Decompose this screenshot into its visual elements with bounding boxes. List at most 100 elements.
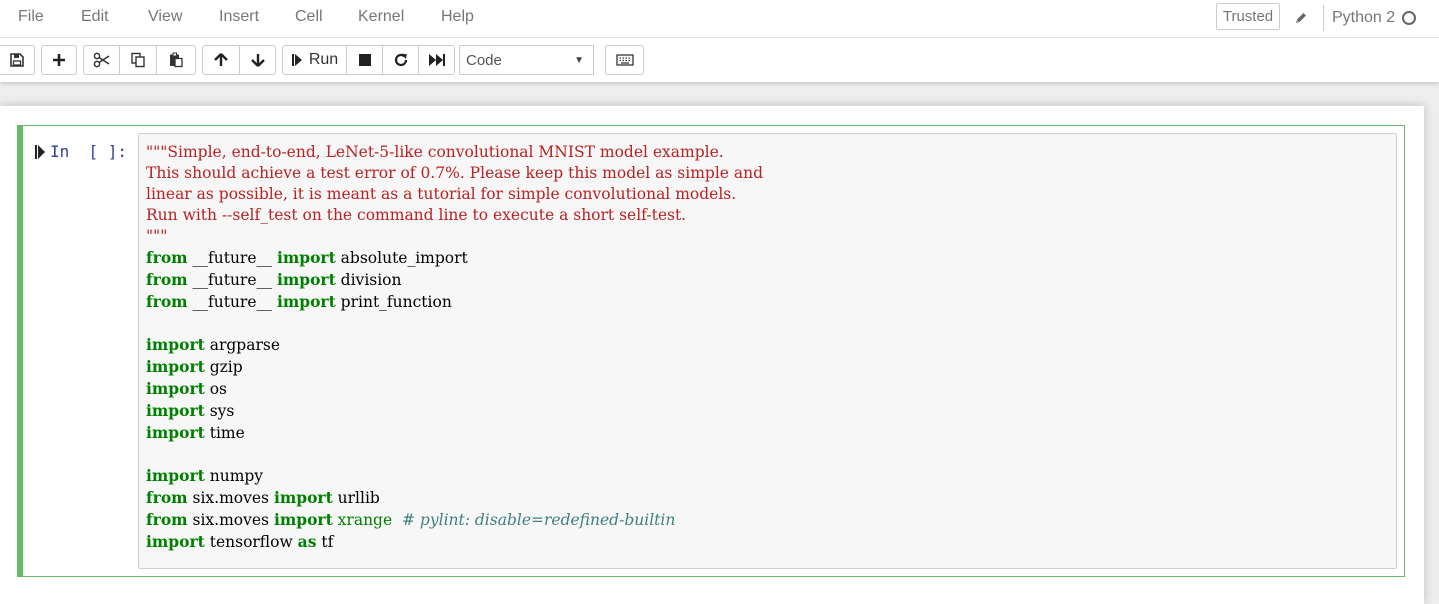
code-line: """Simple, end-to-end, LeNet-5-like conv… [146,143,724,161]
trusted-indicator[interactable]: Trusted [1216,3,1280,30]
menu-insert[interactable]: Insert [219,8,259,26]
code-token: six.moves [187,511,274,529]
code-token: division [335,271,402,289]
code-line: This should achieve a test error of 0.7%… [146,164,763,182]
dropdown-arrow-icon: ▼ [574,55,584,66]
code-token: __future__ [187,271,277,289]
code-line: import argparse [146,335,280,354]
code-token: import [146,532,205,551]
code-token: sys [204,402,235,420]
copy-icon [130,52,146,68]
kernel-separator [1323,5,1324,31]
code-token: urllib [332,489,380,507]
restart-icon [393,52,409,68]
code-token: print_function [335,293,452,311]
move-up-button[interactable] [202,45,240,75]
code-line: from __future__ import division [146,270,402,289]
fast-forward-icon [428,53,446,67]
code-token: """ [146,227,168,245]
step-forward-icon [291,53,303,67]
kernel-status-icon [1402,11,1416,25]
arrow-up-icon [213,52,229,68]
restart-button[interactable] [382,45,419,75]
code-token: tf [316,533,334,551]
code-token: This should achieve a test error of 0.7%… [146,164,764,182]
code-line: import gzip [146,357,243,376]
code-line: import tensorflow as tf [146,532,334,551]
copy-button[interactable] [119,45,157,75]
code-token: import [146,401,205,420]
code-line: Run with --self_test on the command line… [146,206,686,224]
menu-help[interactable]: Help [441,8,474,26]
code-token: import [276,270,336,289]
code-token: import [146,379,205,398]
toolbar: Run Code ▼ [0,38,1439,82]
code-token: import [146,423,205,442]
code-token: import [273,488,333,507]
run-all-button[interactable] [418,45,455,75]
cell-type-select[interactable]: Code ▼ [459,45,594,75]
code-token: linear as possible, it is meant as a tut… [146,185,737,203]
code-token: from [146,510,188,529]
interrupt-button[interactable] [346,45,383,75]
run-label: Run [308,51,339,68]
cut-button[interactable] [83,45,120,75]
code-line: import os [146,379,228,398]
code-line: linear as possible, it is meant as a tut… [146,185,736,203]
kernel-name[interactable]: Python 2 [1332,9,1395,27]
code-line: import sys [146,401,235,420]
command-palette-button[interactable] [605,45,644,75]
code-token: __future__ [187,293,277,311]
code-token: numpy [204,467,264,485]
code-token: from [146,270,188,289]
code-token: as [297,532,317,551]
code-token: import [146,466,205,485]
code-line: from __future__ import absolute_import [146,248,468,267]
menubar: File Edit View Insert Cell Kernel Help T… [0,0,1439,38]
code-line: import numpy [146,466,264,485]
code-token: gzip [204,358,243,376]
code-token: Run with --self_test on the command line… [146,206,687,224]
code-token: from [146,488,188,507]
code-line: from six.moves import urllib [146,488,380,507]
code-token: import [146,357,205,376]
run-cell-icon[interactable] [34,144,46,165]
code-token: import [276,292,336,311]
menu-kernel[interactable]: Kernel [358,8,404,26]
paste-button[interactable] [156,45,196,75]
keyboard-icon [615,54,634,66]
code-text: """Simple, end-to-end, LeNet-5-like conv… [146,142,1389,553]
paste-icon [168,52,184,68]
run-button[interactable]: Run [282,45,347,75]
code-line: """ [146,227,167,245]
pencil-icon[interactable] [1293,10,1309,26]
code-token: tensorflow [204,533,298,551]
stop-icon [358,53,372,67]
code-line: import time [146,423,245,442]
plus-icon [52,53,66,67]
code-token: import [273,510,333,529]
menu-file[interactable]: File [18,8,44,26]
code-line: from six.moves import xrange # pylint: d… [146,510,676,529]
code-token: __future__ [187,249,277,267]
menu-edit[interactable]: Edit [81,8,109,26]
code-token: os [204,380,228,398]
notebook-container: In [ ]: """Simple, end-to-end, LeNet-5-l… [0,106,1424,604]
move-down-button[interactable] [239,45,276,75]
code-editor[interactable]: """Simple, end-to-end, LeNet-5-like conv… [138,133,1397,569]
code-token: argparse [204,336,280,354]
menu-cell[interactable]: Cell [295,8,323,26]
code-token: # pylint: disable=redefined-builtin [402,511,676,529]
save-icon [9,52,25,68]
code-cell[interactable]: In [ ]: """Simple, end-to-end, LeNet-5-l… [17,125,1405,577]
save-button[interactable] [0,45,35,75]
menu-view[interactable]: View [148,8,182,26]
input-prompt: In [ ]: [50,142,128,161]
code-token: import [276,248,336,267]
code-token: xrange [337,511,393,529]
code-line: from __future__ import print_function [146,292,452,311]
arrow-down-icon [250,52,266,68]
code-token: absolute_import [335,249,468,267]
insert-cell-button[interactable] [41,45,77,75]
